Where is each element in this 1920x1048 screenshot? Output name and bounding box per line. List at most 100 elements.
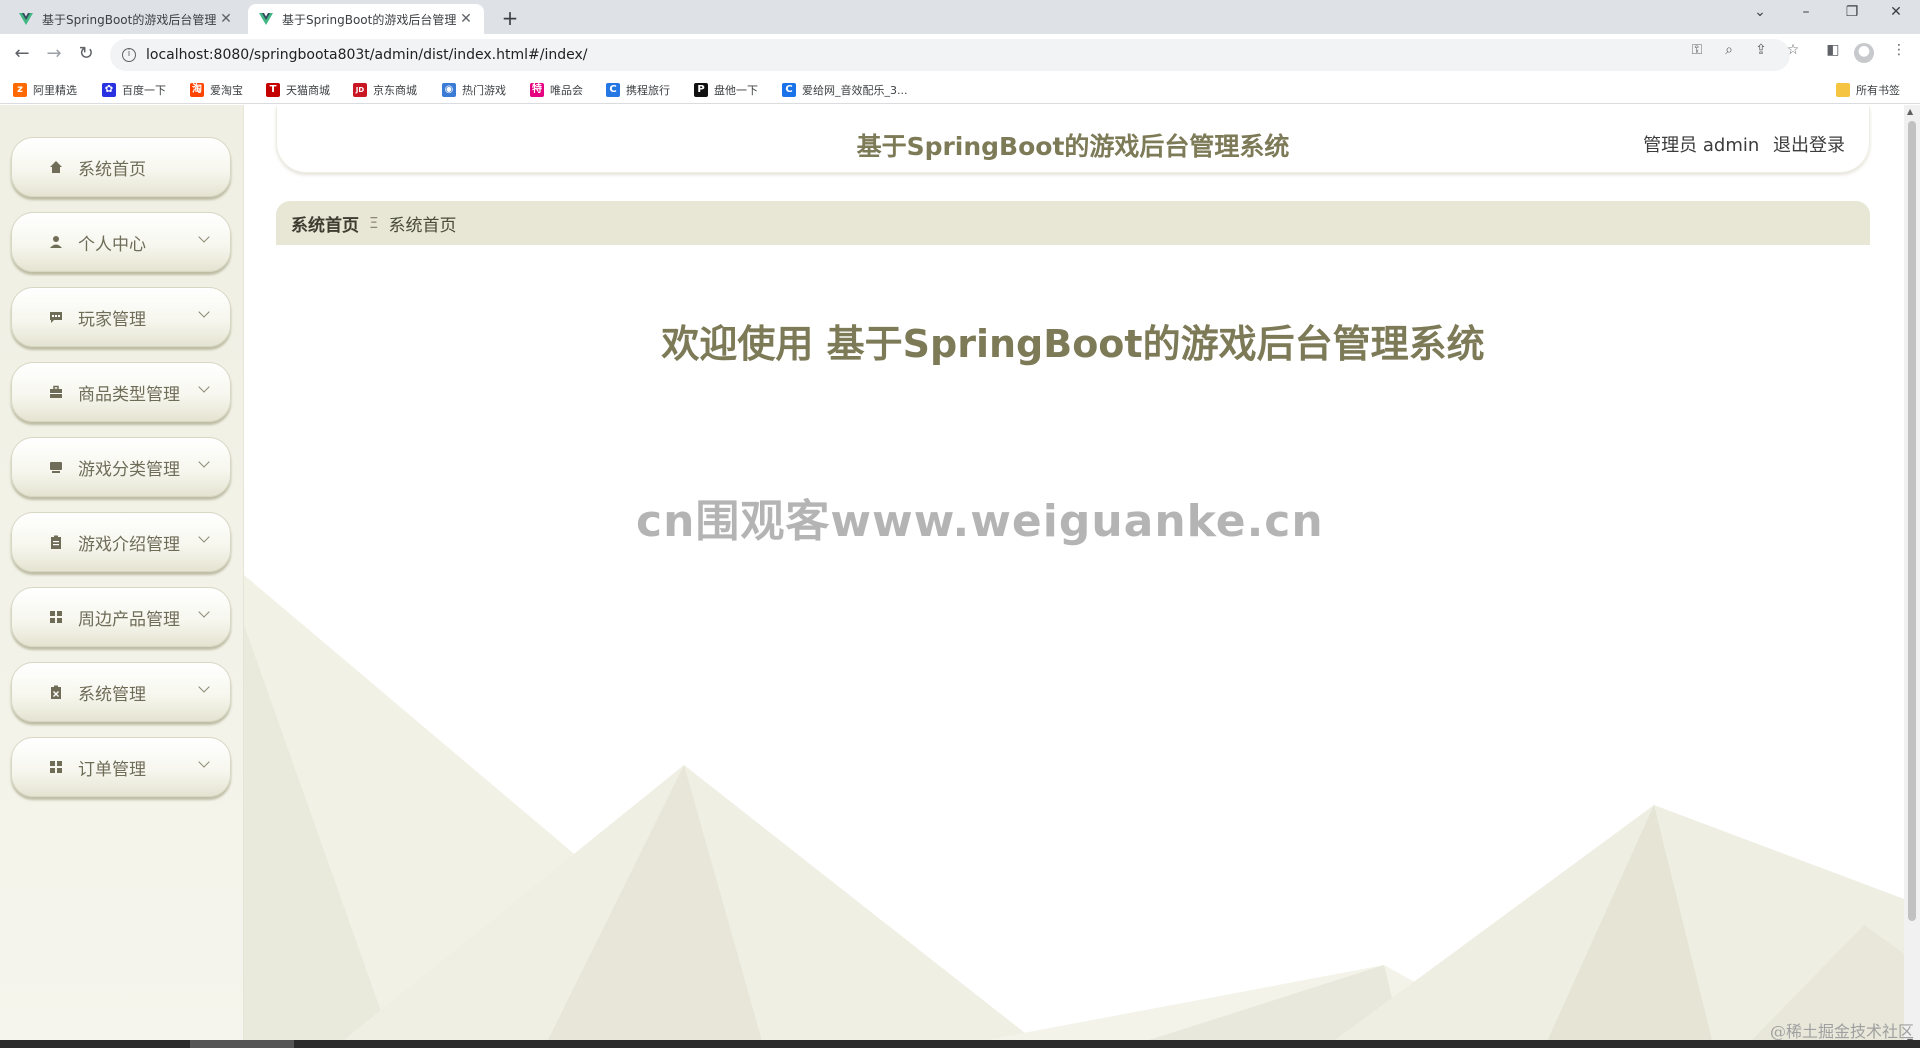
new-tab-button[interactable]: + [496, 6, 524, 30]
sidebar-menu: 系统首页 个人中心 玩家管理 商品类型管理 游戏分类管理 游戏介绍管理 周边产品… [0, 105, 244, 1048]
chevron-down-icon [198, 456, 210, 468]
bookmark-item[interactable]: C 携程旅行 [606, 82, 670, 98]
bookmark-item[interactable]: 特唯品会 [530, 82, 583, 98]
taskbar-active-item[interactable] [190, 1040, 294, 1048]
breadcrumb-separator-icon: Ξ [369, 214, 379, 232]
sidebar-item-home[interactable]: 系统首页 [11, 137, 231, 197]
page-scrollbar[interactable]: ▲ ▼ [1904, 105, 1920, 1048]
welcome-heading: 欢迎使用 基于SpringBoot的游戏后台管理系统 [661, 322, 1485, 366]
chevron-down-icon [198, 606, 210, 618]
sidebar-item-system-management[interactable]: 系统管理 [11, 662, 231, 722]
bookmark-favicon-icon: ◉ [442, 83, 456, 97]
key-icon[interactable]: ⚿ [1686, 42, 1708, 58]
sidebar-item-label: 游戏分类管理 [78, 459, 180, 480]
sidebar-item-label: 系统管理 [78, 684, 146, 705]
browser-tab-2[interactable]: 基于SpringBoot的游戏后台管理 ✕ [248, 4, 484, 34]
chevron-down-icon [198, 231, 210, 243]
bookmark-item[interactable]: z 阿里精选 [13, 82, 77, 98]
corner-watermark: @稀土掘金技术社区 [1769, 1022, 1914, 1041]
browser-tab-title: 基于SpringBoot的游戏后台管理 [42, 12, 217, 27]
user-area: 管理员 admin 退出登录 [1635, 131, 1845, 157]
chevron-down-icon [198, 756, 210, 768]
sidebar-item-merchandise-management[interactable]: 周边产品管理 [11, 587, 231, 647]
bookmark-favicon-icon: 特 [530, 83, 544, 97]
sidebar-item-label: 玩家管理 [78, 309, 146, 330]
sidebar-item-label: 游戏介绍管理 [78, 534, 180, 555]
close-window-button[interactable]: ✕ [1876, 4, 1916, 20]
chevron-down-icon [198, 306, 210, 318]
profile-avatar-icon[interactable]: ● [1854, 43, 1874, 63]
os-taskbar [0, 1040, 1920, 1048]
chat-icon [48, 309, 64, 325]
bookmark-item[interactable]: JD 京东商城 [353, 82, 417, 98]
minimize-window-button[interactable]: – [1786, 4, 1826, 20]
sidebar-item-game-category-management[interactable]: 游戏分类管理 [11, 437, 231, 497]
bookmark-item[interactable]: P 盘他一下 [694, 82, 758, 98]
monitor-icon [48, 459, 64, 475]
site-info-icon[interactable]: i [122, 48, 136, 62]
bookmark-favicon-icon: z [13, 83, 27, 97]
bookmark-favicon-icon: T [266, 83, 280, 97]
sidebar-item-label: 商品类型管理 [78, 384, 180, 405]
bookmark-favicon-icon: P [694, 83, 708, 97]
chevron-down-icon [198, 531, 210, 543]
grid-icon [48, 759, 64, 775]
sidebar-item-label: 周边产品管理 [78, 609, 180, 630]
bookmark-favicon-icon: JD [353, 83, 367, 97]
back-icon[interactable]: ← [10, 43, 34, 64]
sidebar-item-personal-center[interactable]: 个人中心 [11, 212, 231, 272]
bookmark-favicon-icon: C [782, 83, 796, 97]
breadcrumb-home-link[interactable]: 系统首页 [291, 211, 359, 236]
side-panel-icon[interactable]: ◧ [1822, 42, 1844, 58]
page-viewport: 系统首页 个人中心 玩家管理 商品类型管理 游戏分类管理 游戏介绍管理 周边产品… [0, 105, 1920, 1048]
vue-favicon-icon [259, 13, 273, 25]
logout-button[interactable]: 退出登录 [1773, 135, 1845, 156]
reload-icon[interactable]: ↻ [74, 43, 98, 64]
all-bookmarks-button[interactable]: 所有书签 [1836, 82, 1900, 98]
close-tab-icon[interactable]: ✕ [458, 11, 474, 27]
clipboard-icon [48, 534, 64, 550]
scroll-up-icon[interactable]: ▲ [1907, 107, 1913, 116]
bookmark-favicon-icon: C [606, 83, 620, 97]
bookmark-item[interactable]: T 天猫商城 [266, 82, 330, 98]
sidebar-item-product-type-management[interactable]: 商品类型管理 [11, 362, 231, 422]
sidebar-item-label: 个人中心 [78, 234, 146, 255]
url-text: localhost:8080/springboota803t/admin/dis… [146, 47, 588, 63]
tab-search-icon[interactable]: ⌄ [1740, 4, 1780, 20]
share-icon[interactable]: ⇪ [1750, 42, 1772, 58]
home-icon [48, 159, 64, 175]
user-icon [48, 234, 64, 250]
grid-icon [48, 609, 64, 625]
sidebar-item-game-intro-management[interactable]: 游戏介绍管理 [11, 512, 231, 572]
sidebar-item-order-management[interactable]: 订单管理 [11, 737, 231, 797]
bookmark-item[interactable]: 淘爱淘宝 [190, 82, 243, 98]
bookmark-item[interactable]: ✿ 百度一下 [102, 82, 166, 98]
briefcase-icon [48, 384, 64, 400]
close-tab-icon[interactable]: ✕ [218, 11, 234, 27]
bookmark-item[interactable]: ◉ 热门游戏 [442, 82, 506, 98]
page-title: 基于SpringBoot的游戏后台管理系统 [856, 132, 1290, 161]
address-bar[interactable]: i localhost:8080/springboota803t/admin/d… [110, 39, 1790, 71]
folder-icon [1836, 83, 1850, 97]
sidebar-item-label: 订单管理 [78, 759, 146, 780]
restore-window-button[interactable]: ❐ [1832, 4, 1872, 20]
bookmark-favicon-icon: ✿ [102, 83, 116, 97]
scrollbar-thumb[interactable] [1908, 121, 1916, 921]
top-header: 基于SpringBoot的游戏后台管理系统 管理员 admin 退出登录 [276, 107, 1870, 173]
clipboard-x-icon [48, 684, 64, 700]
bookmark-item[interactable]: C 爱给网_音效配乐_3... [782, 82, 908, 98]
chevron-down-icon [198, 681, 210, 693]
browser-tab-1[interactable]: 基于SpringBoot的游戏后台管理 ✕ [8, 4, 244, 34]
bookmark-favicon-icon: 淘 [190, 83, 204, 97]
breadcrumb-current: 系统首页 [388, 215, 457, 236]
bookmark-star-icon[interactable]: ☆ [1782, 42, 1804, 58]
menu-dots-icon[interactable]: ⋮ [1888, 42, 1910, 58]
sidebar-item-player-management[interactable]: 玩家管理 [11, 287, 231, 347]
chevron-down-icon [198, 381, 210, 393]
browser-tabstrip: 基于SpringBoot的游戏后台管理 ✕ 基于SpringBoot的游戏后台管… [0, 0, 1920, 34]
watermark-text: cn围观客www.weiguanke.cn [636, 496, 1324, 547]
zoom-icon[interactable]: ⌕ [1718, 42, 1740, 58]
mountain-background [244, 575, 1920, 1048]
forward-icon[interactable]: → [42, 43, 66, 64]
admin-user-label[interactable]: 管理员 admin [1643, 135, 1759, 156]
